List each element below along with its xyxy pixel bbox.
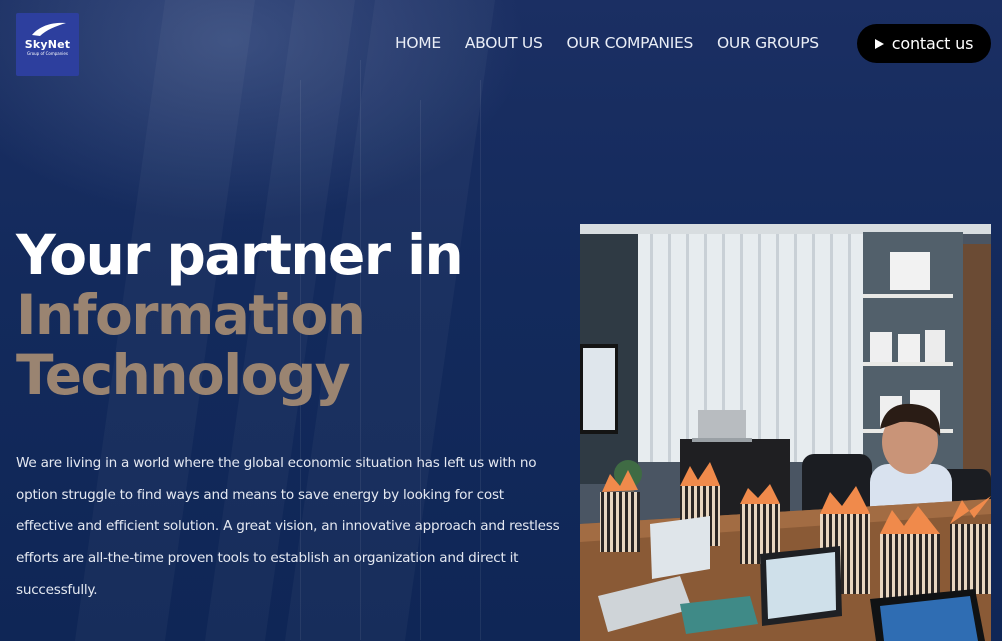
contact-us-button[interactable]: contact us: [857, 24, 991, 63]
hero-title-line3: Technology: [16, 343, 351, 407]
contact-us-label: contact us: [891, 34, 974, 53]
play-icon: [874, 38, 884, 49]
hero-title: Your partner in Information Technology: [16, 223, 464, 407]
main-nav: HOME ABOUT US OUR COMPANIES OUR GROUPS: [395, 33, 843, 53]
nav-our-groups[interactable]: OUR GROUPS: [717, 33, 819, 53]
hero-title-line1: Your partner in: [16, 223, 464, 287]
hero-description: We are living in a world where the globa…: [16, 455, 560, 598]
nav-our-companies[interactable]: OUR COMPANIES: [567, 33, 694, 53]
brand-tagline: Group of Companies: [27, 51, 68, 56]
office-scene: [580, 224, 991, 641]
brand-name: SkyNet: [24, 38, 71, 51]
swoosh-icon: [31, 22, 66, 36]
office-meeting-photo: [580, 224, 991, 641]
skynet-logo[interactable]: SkyNet Group of Companies: [16, 13, 79, 76]
nav-about-us[interactable]: ABOUT US: [465, 33, 543, 53]
nav-home[interactable]: HOME: [395, 33, 441, 53]
hero-title-line2: Information: [16, 283, 366, 347]
